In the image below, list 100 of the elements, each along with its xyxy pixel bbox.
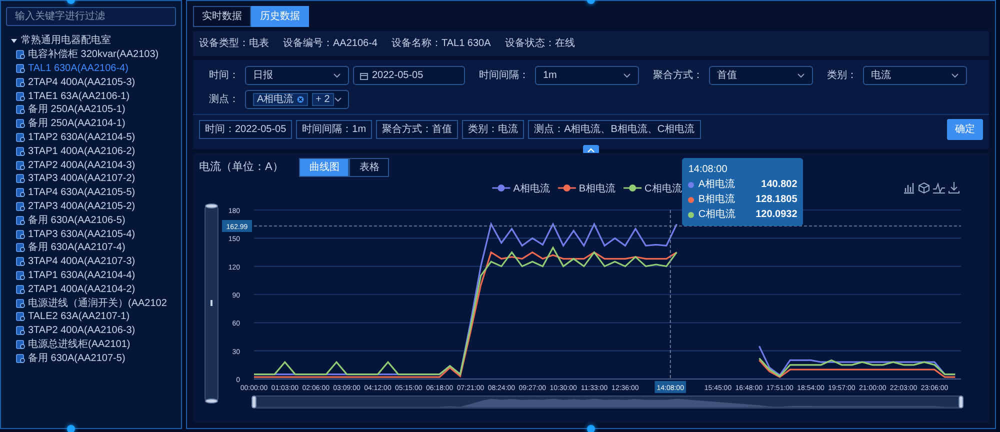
filter-label: 聚合方式： [653, 68, 703, 83]
device-icon [16, 174, 25, 184]
calendar-icon [360, 72, 368, 80]
device-info-text: 设备名称：TAL1 630A [391, 37, 491, 51]
filter-label: 测点： [208, 92, 239, 107]
tooltip-value: 120.0932 [756, 208, 798, 222]
device-icon [16, 243, 25, 252]
tree-item[interactable]: 备用 630A(AA2107-5) [16, 351, 126, 366]
bar-chart-icon[interactable] [903, 182, 915, 194]
device-icon [16, 257, 25, 266]
border-dot [587, 425, 595, 432]
device-icon [16, 105, 25, 114]
device-icon [16, 340, 25, 349]
device-icon [16, 50, 25, 60]
tree-item[interactable]: 常熟通用电器配电室 [10, 34, 111, 48]
legend-label: C相电流 [644, 184, 682, 194]
device-info-text: 设备编号：AA2106-4 [283, 36, 378, 51]
view-toggle[interactable]: 表格 [349, 158, 390, 177]
device-icon [16, 270, 25, 280]
range-slider[interactable] [252, 396, 964, 408]
caret-icon [623, 72, 631, 80]
filter-summary-tag: 类别：电流 [462, 120, 524, 139]
filter-summary-tag: 时间间隔：1m [296, 120, 372, 139]
line-chart-icon[interactable] [932, 182, 946, 194]
tree-item[interactable]: 1TAP4 630A(AA2105-5) [16, 186, 136, 200]
device-icon [16, 312, 25, 322]
device-icon [16, 188, 25, 198]
caret-icon [951, 72, 959, 80]
device-icon [16, 354, 25, 363]
dropdown[interactable]: 电流 [863, 66, 967, 85]
dropdown[interactable]: 1m [535, 66, 639, 85]
tree-item[interactable]: TALE2 63A(AA2107-1) [16, 310, 130, 324]
caret-icon[interactable] [10, 36, 18, 45]
tree-item[interactable]: 1TAE1 63A(AA2106-1) [16, 89, 130, 103]
filter-label: 时间间隔： [479, 68, 529, 83]
search-field[interactable]: 输入关键字进行过滤 [6, 7, 176, 26]
tree-item[interactable]: 电源总进线柜(AA2101) [16, 338, 130, 352]
tooltip-series-name: A相电流 [698, 178, 736, 192]
tree-item[interactable]: 3TAP2 400A(AA2106-3) [16, 324, 136, 338]
tab[interactable]: 实时数据 [193, 6, 251, 27]
date-field[interactable]: 2022-05-05 [353, 66, 465, 85]
tooltip-value: 140.802 [761, 178, 798, 192]
tooltip-series-name: B相电流 [698, 192, 736, 207]
selected-tag[interactable]: A相电流 [253, 93, 308, 106]
caret-icon [334, 96, 342, 104]
legend-label: B相电流 [578, 184, 616, 194]
tree-item[interactable]: 3TAP1 400A(AA2106-2) [16, 144, 136, 158]
device-icon [16, 298, 25, 308]
device-icon [16, 160, 25, 170]
tree-item[interactable]: 备用 250A(AA2105-1) [16, 102, 126, 117]
device-icon [16, 119, 25, 128]
filter-summary-tag: 时间：2022-05-05 [199, 120, 292, 139]
device-icon [16, 326, 25, 336]
vertical-range-slider[interactable] [204, 204, 218, 404]
tooltip-series-name: C相电流 [698, 208, 736, 222]
tree-item[interactable]: 1TAP2 630A(AA2104-5) [16, 130, 136, 144]
device-icon [16, 216, 25, 225]
tree-item[interactable]: 备用 250A(AA2104-1) [16, 116, 126, 131]
device-icon [16, 132, 25, 142]
device-icon [16, 92, 25, 101]
filter-label: 类别： [827, 68, 857, 83]
device-icon [16, 146, 25, 156]
filter-summary-tag: 聚合方式：首值 [376, 120, 458, 139]
device-info-text: 设备状态：在线 [504, 36, 575, 51]
tree-item[interactable]: 2TAP3 400A(AA2105-2) [16, 200, 136, 214]
caret-icon [797, 72, 805, 80]
tree-item[interactable]: 1TAP3 630A(AA2105-4) [16, 227, 136, 241]
cube-icon[interactable] [918, 182, 930, 194]
filter-label: 时间： [208, 68, 239, 83]
legend-label: A相电流 [513, 184, 550, 194]
tree-item[interactable]: 电源进线（通润开关）(AA2102 [16, 296, 167, 310]
device-icon [16, 284, 25, 294]
remove-icon[interactable] [296, 96, 304, 103]
download-icon[interactable] [948, 182, 960, 194]
tree-item[interactable]: 1TAP1 630A(AA2104-4) [16, 268, 136, 282]
device-info-text: 设备类型：电表 [199, 36, 269, 51]
tooltip-title: 14:08:00 [688, 163, 728, 177]
tree-item[interactable]: TAL1 630A(AA2106-4) [16, 62, 128, 76]
multi-select-field[interactable]: A相电流 + 2 [245, 90, 349, 109]
tree-item[interactable]: 2TAP2 400A(AA2104-3) [16, 158, 136, 172]
dropdown[interactable]: 首值 [709, 66, 813, 85]
tree-item[interactable]: 备用 630A(AA2107-4) [16, 240, 126, 255]
tree-item[interactable]: 2TAP1 400A(AA2104-2) [16, 282, 136, 296]
device-icon [16, 78, 25, 87]
tree-item[interactable]: 3TAP3 400A(AA2107-2) [16, 172, 136, 186]
device-icon [16, 64, 25, 73]
tree-item[interactable]: 3TAP4 400A(AA2107-3) [16, 254, 136, 269]
dropdown[interactable]: 日报 [245, 66, 349, 85]
tree-item[interactable]: 电容补偿柜 320kvar(AA2103) [16, 48, 159, 62]
overflow-count: + 2 [312, 93, 334, 106]
chevron-up-icon [587, 146, 595, 152]
tree-item[interactable]: 备用 630A(AA2106-5) [16, 213, 126, 228]
tooltip-value: 128.1805 [756, 193, 798, 207]
tree-item[interactable]: 2TAP4 400A(AA2105-3) [16, 75, 136, 90]
device-icon [16, 202, 25, 211]
border-dot [67, 425, 75, 432]
filter-summary-tag: 测点：A相电流、B相电流、C相电流 [528, 120, 701, 139]
caret-icon [333, 72, 341, 80]
device-icon [16, 230, 25, 239]
chart-title: 电流（单位：A） [199, 160, 284, 176]
